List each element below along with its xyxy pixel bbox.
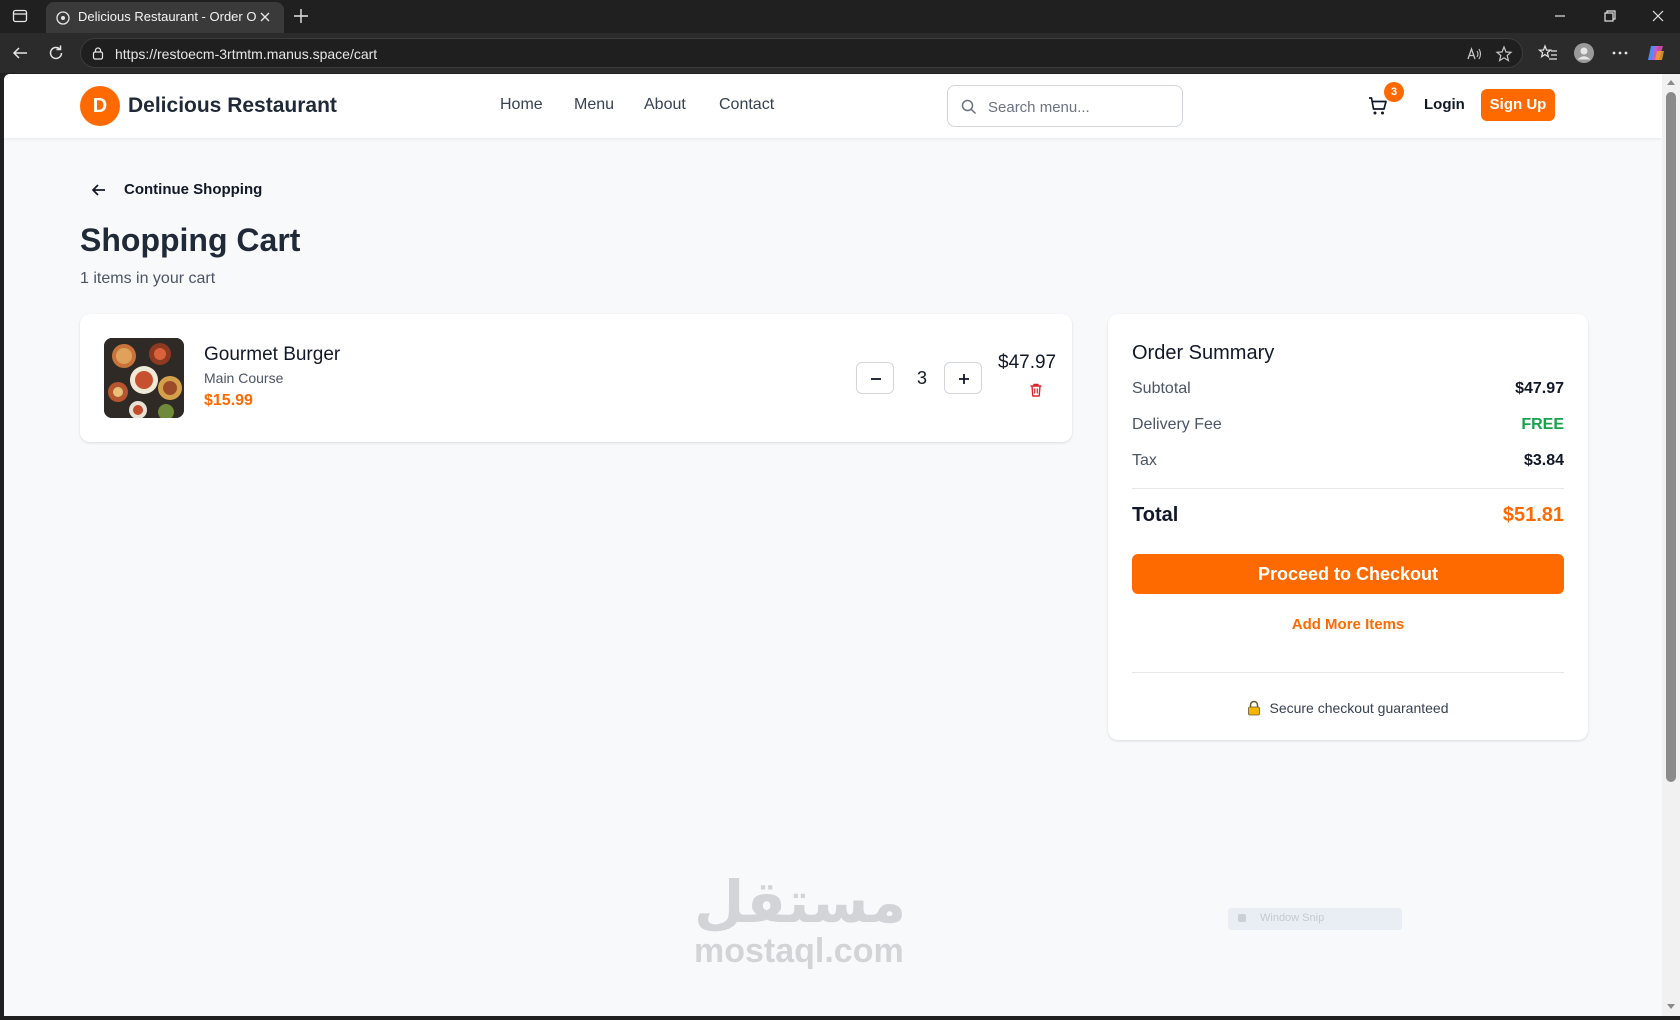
total-value: $51.81 — [1502, 504, 1564, 526]
brand-name[interactable]: Delicious Restaurant — [128, 94, 337, 118]
close-tab-icon[interactable] — [258, 10, 272, 24]
add-more-items-link[interactable]: Add More Items — [1132, 616, 1564, 633]
proceed-to-checkout-button[interactable]: Proceed to Checkout — [1132, 554, 1564, 594]
login-link[interactable]: Login — [1424, 96, 1465, 113]
item-image — [104, 338, 184, 418]
total-label: Total — [1132, 504, 1179, 526]
page-viewport: D Delicious Restaurant Home Menu About C… — [4, 74, 1662, 1016]
url-text: https://restoecm-3rtmtm.manus.space/cart — [115, 46, 378, 62]
favorite-star-icon[interactable] — [1495, 45, 1513, 63]
read-aloud-icon[interactable] — [1465, 45, 1483, 63]
new-tab-icon[interactable] — [292, 7, 310, 25]
minus-icon — [871, 378, 881, 380]
increase-quantity-button[interactable] — [944, 362, 982, 394]
nav-about[interactable]: About — [644, 96, 686, 114]
cart-count-badge: 3 — [1384, 82, 1404, 102]
snip-label: Window Snip — [1260, 912, 1325, 924]
decrease-quantity-button[interactable] — [856, 362, 894, 394]
cart-item: Gourmet Burger Main Course $15.99 3 $47.… — [80, 314, 1072, 442]
logo-badge[interactable]: D — [80, 86, 120, 126]
tax-label: Tax — [1132, 452, 1157, 469]
arrow-left-icon — [91, 184, 105, 196]
site-header: D Delicious Restaurant Home Menu About C… — [4, 74, 1662, 138]
items-count: 1 items in your cart — [80, 270, 216, 287]
order-summary-title: Order Summary — [1132, 342, 1275, 364]
delivery-fee-row: Delivery Fee FREE — [1132, 416, 1564, 438]
nav-menu[interactable]: Menu — [574, 96, 614, 114]
subtotal-label: Subtotal — [1132, 380, 1191, 397]
watermark-arabic: مستقل — [694, 868, 907, 936]
close-window-icon[interactable] — [1650, 8, 1666, 24]
scroll-up-icon[interactable] — [1667, 80, 1675, 85]
item-quantity: 3 — [916, 368, 927, 388]
nav-home[interactable]: Home — [500, 96, 543, 114]
watermark-url: mostaql.com — [694, 932, 904, 970]
order-summary-card: Order Summary Subtotal $47.97 Delivery F… — [1108, 314, 1588, 740]
signup-button[interactable]: Sign Up — [1481, 89, 1555, 121]
item-line-total: $47.97 — [998, 352, 1057, 373]
secure-checkout-note: Secure checkout guaranteed — [1132, 700, 1564, 720]
more-options-icon[interactable] — [1610, 43, 1630, 63]
tax-value: $3.84 — [1523, 452, 1564, 469]
summary-divider — [1132, 488, 1564, 489]
lock-icon — [1248, 700, 1261, 716]
tab-actions-icon[interactable] — [12, 8, 28, 24]
address-bar[interactable]: https://restoecm-3rtmtm.manus.space/cart — [80, 38, 1523, 68]
plus-icon — [959, 374, 969, 384]
page-scrollbar[interactable] — [1662, 74, 1680, 1016]
browser-tab-bar: Delicious Restaurant - Order Online — [0, 0, 1680, 33]
trash-icon[interactable] — [1028, 382, 1044, 398]
watermark: مستقل mostaql.com — [694, 868, 907, 970]
snip-icon — [1238, 914, 1246, 922]
secure-checkout-text: Secure checkout guaranteed — [1269, 700, 1449, 716]
scrollbar-thumb[interactable] — [1666, 92, 1676, 782]
restore-icon[interactable] — [1602, 8, 1618, 24]
site-favicon-icon — [56, 11, 70, 25]
subtotal-row: Subtotal $47.97 — [1132, 380, 1564, 402]
continue-shopping-label: Continue Shopping — [124, 181, 263, 198]
search-input[interactable] — [988, 96, 1168, 118]
browser-toolbar: https://restoecm-3rtmtm.manus.space/cart — [0, 33, 1680, 73]
item-name[interactable]: Gourmet Burger — [204, 344, 340, 366]
subtotal-value: $47.97 — [1515, 380, 1564, 397]
page-title: Shopping Cart — [80, 222, 301, 258]
back-icon[interactable] — [10, 43, 30, 63]
delivery-fee-label: Delivery Fee — [1132, 416, 1222, 433]
scroll-down-icon[interactable] — [1667, 1004, 1675, 1009]
item-category: Main Course — [204, 370, 284, 386]
delivery-fee-value: FREE — [1521, 416, 1564, 433]
summary-divider-bottom — [1132, 672, 1564, 673]
lock-icon[interactable] — [91, 46, 105, 60]
search-icon — [961, 99, 977, 115]
tax-row: Tax $3.84 — [1132, 452, 1564, 474]
tab-title: Delicious Restaurant - Order Online — [78, 9, 256, 24]
search-box[interactable] — [947, 85, 1183, 127]
nav-contact[interactable]: Contact — [719, 96, 774, 114]
window-snip-overlay: Window Snip — [1228, 908, 1402, 930]
refresh-icon[interactable] — [46, 43, 66, 63]
minimize-icon[interactable] — [1552, 8, 1568, 24]
copilot-icon[interactable] — [1646, 43, 1666, 63]
item-unit-price: $15.99 — [204, 392, 253, 409]
browser-tab[interactable]: Delicious Restaurant - Order Online — [46, 2, 284, 33]
profile-avatar-icon[interactable] — [1574, 43, 1594, 63]
favorites-icon[interactable] — [1538, 43, 1558, 63]
